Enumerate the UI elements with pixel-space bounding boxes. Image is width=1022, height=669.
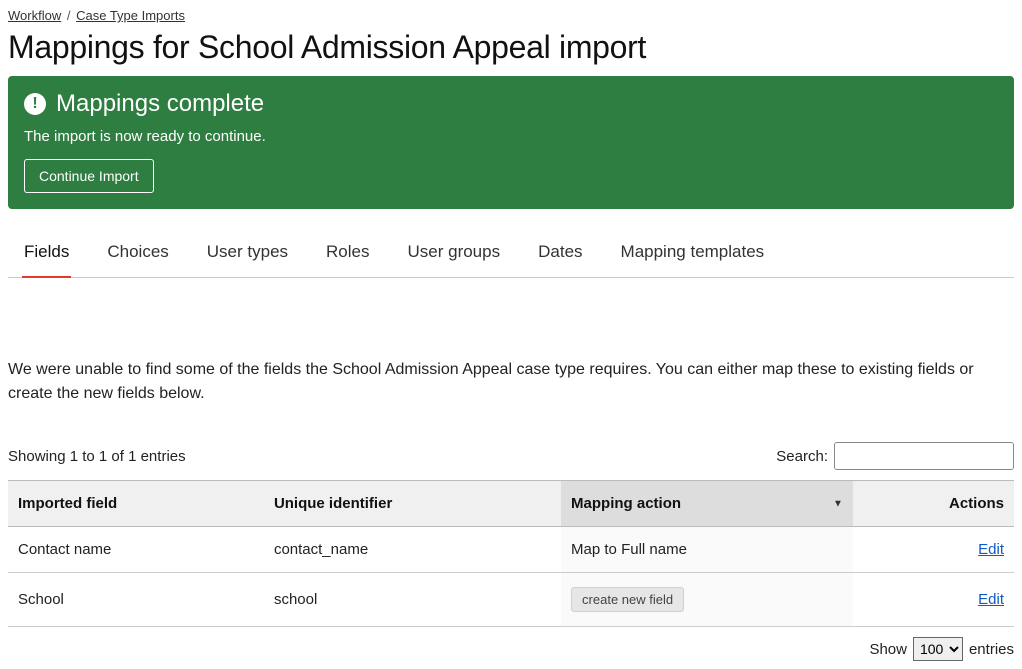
- search-label: Search:: [776, 448, 828, 465]
- tab-user-groups[interactable]: User groups: [406, 230, 503, 278]
- page-size-select[interactable]: 102550100: [913, 637, 963, 661]
- tab-roles[interactable]: Roles: [324, 230, 371, 278]
- tab-fields[interactable]: Fields: [22, 230, 71, 278]
- cell-mapping-action: Map to Full name: [561, 527, 853, 573]
- col-mapping-action[interactable]: Mapping action ▼: [561, 481, 853, 527]
- banner-text: The import is now ready to continue.: [24, 128, 998, 145]
- col-unique-identifier[interactable]: Unique identifier: [264, 481, 561, 527]
- search-wrap: Search:: [776, 442, 1014, 470]
- col-mapping-action-label: Mapping action: [571, 495, 681, 512]
- edit-link[interactable]: Edit: [978, 591, 1004, 608]
- fields-table: Imported field Unique identifier Mapping…: [8, 480, 1014, 627]
- tab-dates[interactable]: Dates: [536, 230, 584, 278]
- cell-unique-identifier: contact_name: [264, 527, 561, 573]
- edit-link[interactable]: Edit: [978, 541, 1004, 558]
- col-imported-field[interactable]: Imported field: [8, 481, 264, 527]
- cell-actions: Edit: [853, 573, 1014, 627]
- cell-unique-identifier: school: [264, 573, 561, 627]
- page-title: Mappings for School Admission Appeal imp…: [8, 29, 1014, 66]
- cell-imported-field: Contact name: [8, 527, 264, 573]
- col-actions: Actions: [853, 481, 1014, 527]
- show-prefix: Show: [869, 641, 907, 658]
- continue-import-button[interactable]: Continue Import: [24, 159, 154, 193]
- entries-info: Showing 1 to 1 of 1 entries: [8, 448, 186, 465]
- intro-text: We were unable to find some of the field…: [8, 358, 1014, 406]
- tab-choices[interactable]: Choices: [105, 230, 170, 278]
- show-suffix: entries: [969, 641, 1014, 658]
- tab-user-types[interactable]: User types: [205, 230, 290, 278]
- cell-actions: Edit: [853, 527, 1014, 573]
- banner-title: Mappings complete: [56, 90, 264, 118]
- breadcrumb-workflow-link[interactable]: Workflow: [8, 8, 61, 23]
- cell-imported-field: School: [8, 573, 264, 627]
- tab-mapping-templates[interactable]: Mapping templates: [619, 230, 767, 278]
- sort-desc-icon: ▼: [833, 498, 843, 509]
- breadcrumb-separator: /: [67, 8, 71, 23]
- cell-mapping-action: create new field: [561, 573, 853, 627]
- table-length-control: Show 102550100 entries: [8, 637, 1014, 661]
- table-row: Contact namecontact_nameMap to Full name…: [8, 527, 1014, 573]
- tabs: Fields Choices User types Roles User gro…: [8, 229, 1014, 278]
- success-banner: ! Mappings complete The import is now re…: [8, 76, 1014, 209]
- breadcrumb-case-type-imports-link[interactable]: Case Type Imports: [76, 8, 185, 23]
- exclamation-icon: !: [24, 93, 46, 115]
- create-new-field-chip: create new field: [571, 587, 684, 612]
- breadcrumb: Workflow / Case Type Imports: [8, 8, 1014, 23]
- search-input[interactable]: [834, 442, 1014, 470]
- table-row: Schoolschool create new field Edit: [8, 573, 1014, 627]
